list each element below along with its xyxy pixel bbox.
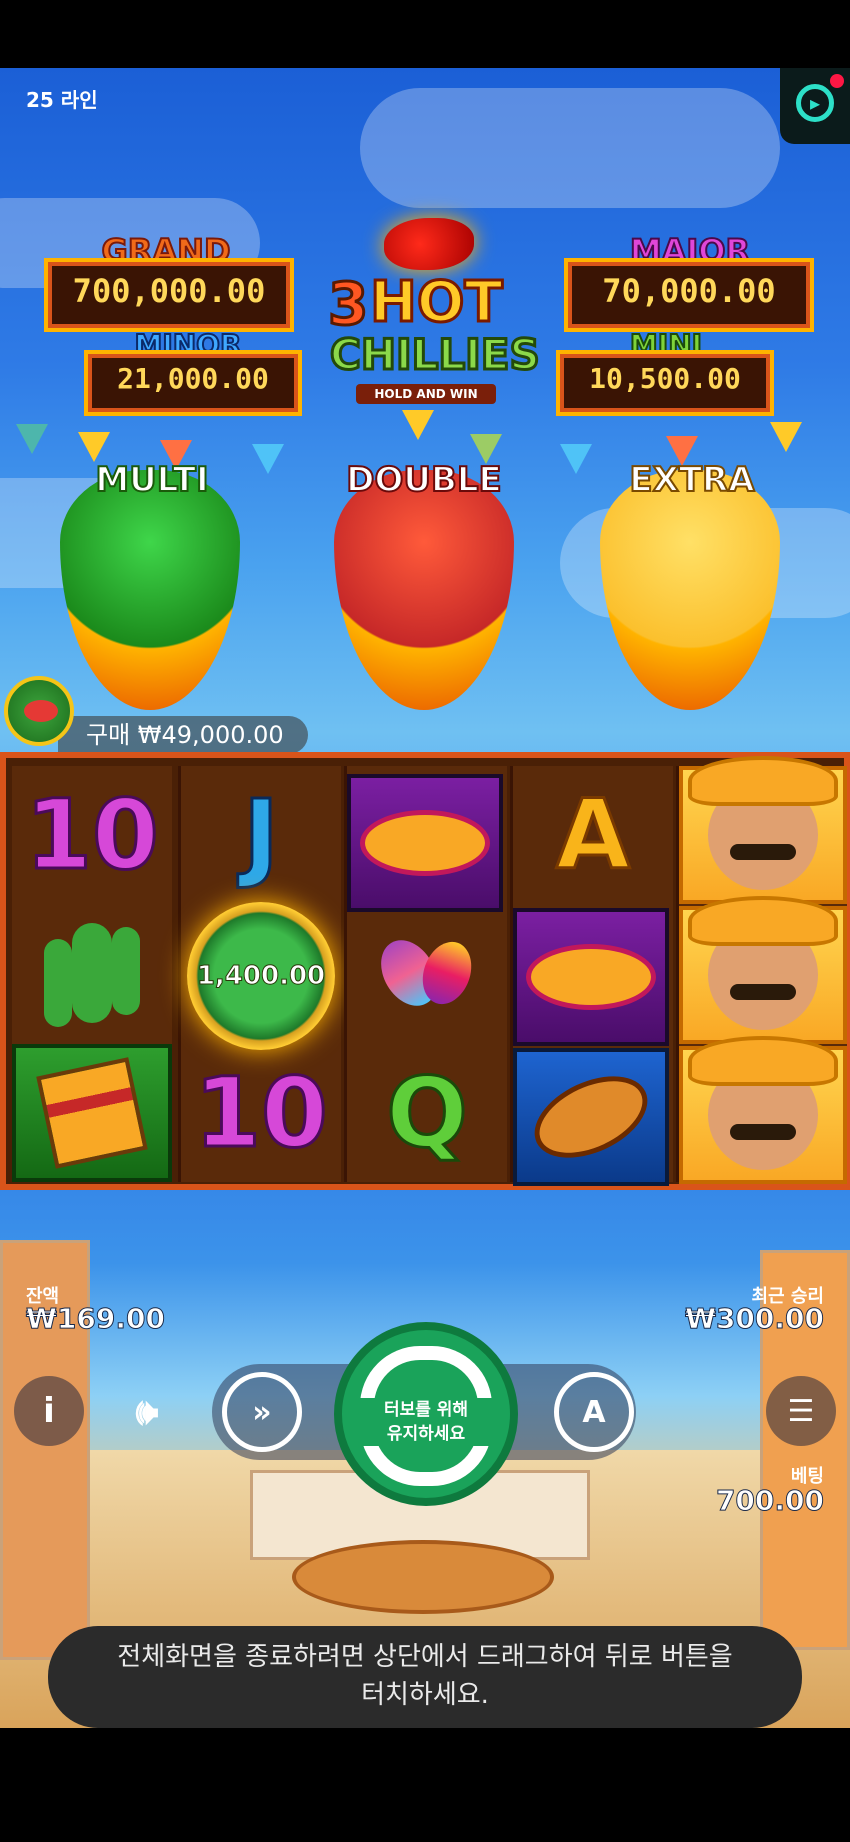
- cactus-icon: [72, 923, 112, 1023]
- spin-hint: 터보를 위해 유지하세요: [360, 1398, 492, 1446]
- navigation-bar: [0, 1728, 850, 1842]
- reel-column: Q: [344, 766, 507, 1182]
- buy-feature-label[interactable]: 구매 ₩49,000.00: [58, 716, 308, 754]
- spin-arrow-icon: [360, 1346, 492, 1406]
- gift-box-icon: [36, 1057, 148, 1169]
- last-win-value: ₩300.00: [685, 1302, 825, 1336]
- notification-dot: [830, 74, 844, 88]
- symbol-j: J: [242, 778, 281, 893]
- fountain: [292, 1540, 554, 1614]
- guitar-icon: [521, 1059, 661, 1175]
- mariachi-face-icon: [688, 1036, 838, 1170]
- autoplay-icon: A: [582, 1394, 606, 1430]
- bunting-flag: [402, 410, 434, 440]
- bet-value: 700.00: [715, 1484, 824, 1518]
- provider-logo-icon: ▸: [796, 84, 834, 122]
- buy-feature-button[interactable]: [4, 676, 74, 746]
- double-bonus-label: DOUBLE: [345, 459, 503, 501]
- bunting-flag: [78, 432, 110, 462]
- bet-settings-button[interactable]: ☰: [766, 1376, 836, 1446]
- reel-column: J 1,400.00 10: [178, 766, 341, 1182]
- autoplay-button[interactable]: A: [554, 1372, 634, 1452]
- logo-chillies: CHILLIES: [329, 329, 542, 381]
- toast-line1: 전체화면을 종료하려면 상단에서 드래그하여 뒤로 버튼을: [117, 1642, 733, 1672]
- bunting-flag: [770, 422, 802, 452]
- mariachi-face-icon: [688, 896, 838, 1030]
- extra-bonus-label: EXTRA: [628, 459, 755, 501]
- spin-button[interactable]: 터보를 위해 유지하세요: [334, 1322, 518, 1506]
- game-logo: 3 HOT CHILLIES HOLD AND WIN: [324, 218, 541, 404]
- status-bar: [0, 0, 850, 68]
- chili-pepper-icon: [24, 700, 58, 722]
- info-icon: i: [43, 1391, 55, 1431]
- symbol-q: Q: [385, 1056, 470, 1171]
- minor-jackpot-value: 21,000.00: [84, 350, 302, 416]
- spin-hint-line2: 유지하세요: [386, 1424, 466, 1444]
- symbol-mariachi: [679, 1036, 847, 1184]
- mini-jackpot-value: 10,500.00: [556, 350, 774, 416]
- spin-hint-line1: 터보를 위해: [383, 1400, 469, 1420]
- symbol-sombrero: [347, 774, 503, 912]
- symbol-gift-box: [12, 1044, 172, 1182]
- chili-pepper-icon: [384, 218, 474, 270]
- balance-value: ₩169.00: [26, 1302, 166, 1336]
- bunting-flag: [16, 424, 48, 454]
- symbol-mariachi: [679, 756, 847, 904]
- symbol-ten: 10: [193, 1056, 330, 1171]
- major-jackpot-value: 70,000.00: [564, 258, 814, 332]
- provider-menu-button[interactable]: ▸: [780, 68, 850, 144]
- logo-number: 3: [326, 269, 369, 340]
- symbol-sombrero: [513, 908, 669, 1046]
- coin-value: 1,400.00: [187, 902, 335, 1050]
- symbol-coin: 1,400.00: [181, 890, 341, 1060]
- logo-hot: HOT: [369, 269, 505, 337]
- paylines-label: 25 라인: [26, 88, 98, 112]
- game-screen: 25 라인 ▸ GRAND 700,000.00 MINOR 21,000.00…: [0, 0, 850, 1842]
- sound-button[interactable]: 🕪: [116, 1382, 178, 1444]
- reel-grid: 10 J 1,400.00 10 Q A: [0, 752, 850, 1190]
- fullscreen-toast: 전체화면을 종료하려면 상단에서 드래그하여 뒤로 버튼을 터치하세요.: [48, 1626, 802, 1728]
- symbol-cactus: [12, 904, 172, 1042]
- turbo-button[interactable]: »: [222, 1372, 302, 1452]
- mariachi-face-icon: [688, 756, 838, 890]
- multi-bonus-label: MULTI: [94, 459, 209, 501]
- sombrero-icon: [526, 944, 656, 1010]
- logo-tagline: HOLD AND WIN: [356, 384, 496, 404]
- cloud: [360, 88, 780, 208]
- fast-forward-icon: »: [252, 1394, 272, 1430]
- bunting-flag: [252, 444, 284, 474]
- reel-column: A: [510, 766, 673, 1186]
- speaker-icon: 🕪: [135, 1392, 159, 1433]
- reel-column: [676, 756, 847, 1184]
- sombrero-icon: [360, 810, 490, 876]
- symbol-ten: 10: [24, 778, 161, 893]
- symbol-mariachi: [679, 896, 847, 1044]
- reel-column: 10: [12, 766, 172, 1182]
- info-button[interactable]: i: [14, 1376, 84, 1446]
- symbol-maracas: [347, 904, 507, 1042]
- bunting-flag: [560, 444, 592, 474]
- symbol-a: A: [554, 778, 631, 893]
- toast-line2: 터치하세요.: [361, 1680, 489, 1710]
- coin-stack-icon: ☰: [787, 1393, 815, 1429]
- grand-jackpot-value: 700,000.00: [44, 258, 294, 332]
- symbol-guitar: [513, 1048, 669, 1186]
